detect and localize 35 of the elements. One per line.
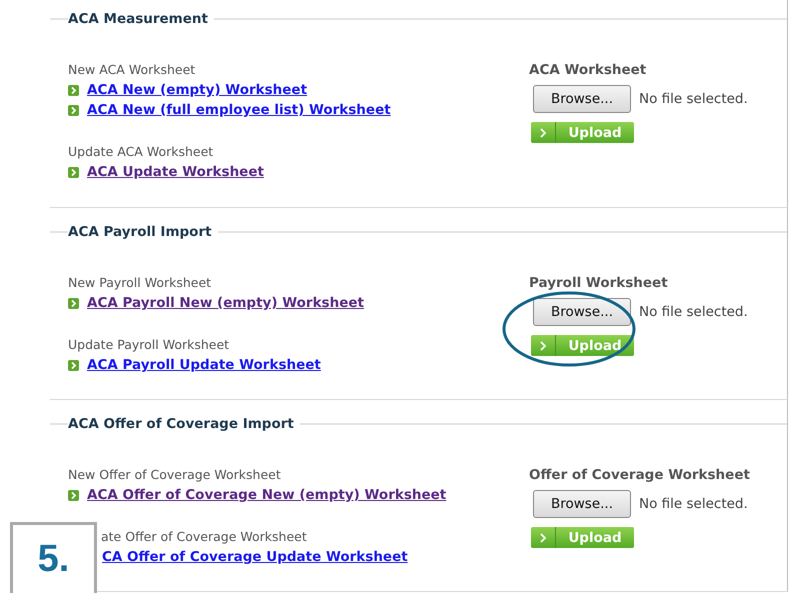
group-label: Update ACA Worksheet [68, 143, 214, 161]
upload-title: Payroll Worksheet [529, 274, 668, 293]
worksheet-link[interactable]: ACA Payroll New (empty) Worksheet [87, 293, 364, 313]
arrow-bullet-icon [68, 360, 79, 370]
worksheet-link[interactable]: ACA Payroll Update Worksheet [87, 355, 321, 375]
chevron-icon [540, 532, 546, 542]
browse-button[interactable]: Browse... [533, 85, 631, 113]
chevron-icon [540, 128, 546, 138]
worksheet-link[interactable]: ACA New (full employee list) Worksheet [87, 100, 391, 120]
arrow-bullet-icon [68, 166, 79, 178]
worksheet-link[interactable]: ACA Offer of Coverage New (empty) Worksheet [87, 485, 446, 505]
worksheet-link[interactable]: ACA Update Worksheet [87, 162, 264, 182]
section-heading: ACA Payroll Import [68, 224, 212, 240]
worksheet-link[interactable]: CA Offer of Coverage Update Worksheet [102, 547, 408, 567]
arrow-bullet-icon [68, 490, 79, 500]
file-status: No file selected. [639, 496, 748, 512]
upload-title: ACA Worksheet [529, 61, 646, 80]
step-badge: 5. [10, 522, 97, 593]
section-heading: ACA Offer of Coverage Import [68, 416, 294, 432]
chevron-icon [540, 340, 546, 350]
group-label: ate Offer of Coverage Worksheet [100, 528, 308, 546]
browse-button[interactable]: Browse... [533, 490, 631, 518]
section-heading: ACA Measurement [68, 11, 208, 27]
file-status: No file selected. [639, 304, 748, 320]
arrow-bullet-icon [68, 84, 79, 96]
group-label: New ACA Worksheet [68, 61, 196, 79]
upload-title: Offer of Coverage Worksheet [529, 466, 750, 485]
browse-button[interactable]: Browse... [533, 298, 631, 326]
file-status: No file selected. [639, 91, 748, 107]
group-label: New Payroll Worksheet [68, 274, 212, 292]
group-label: Update Payroll Worksheet [68, 336, 230, 354]
group-label: New Offer of Coverage Worksheet [68, 466, 282, 484]
worksheet-link[interactable]: ACA New (empty) Worksheet [87, 80, 308, 100]
arrow-bullet-icon [68, 298, 79, 308]
arrow-bullet-icon [68, 104, 79, 116]
